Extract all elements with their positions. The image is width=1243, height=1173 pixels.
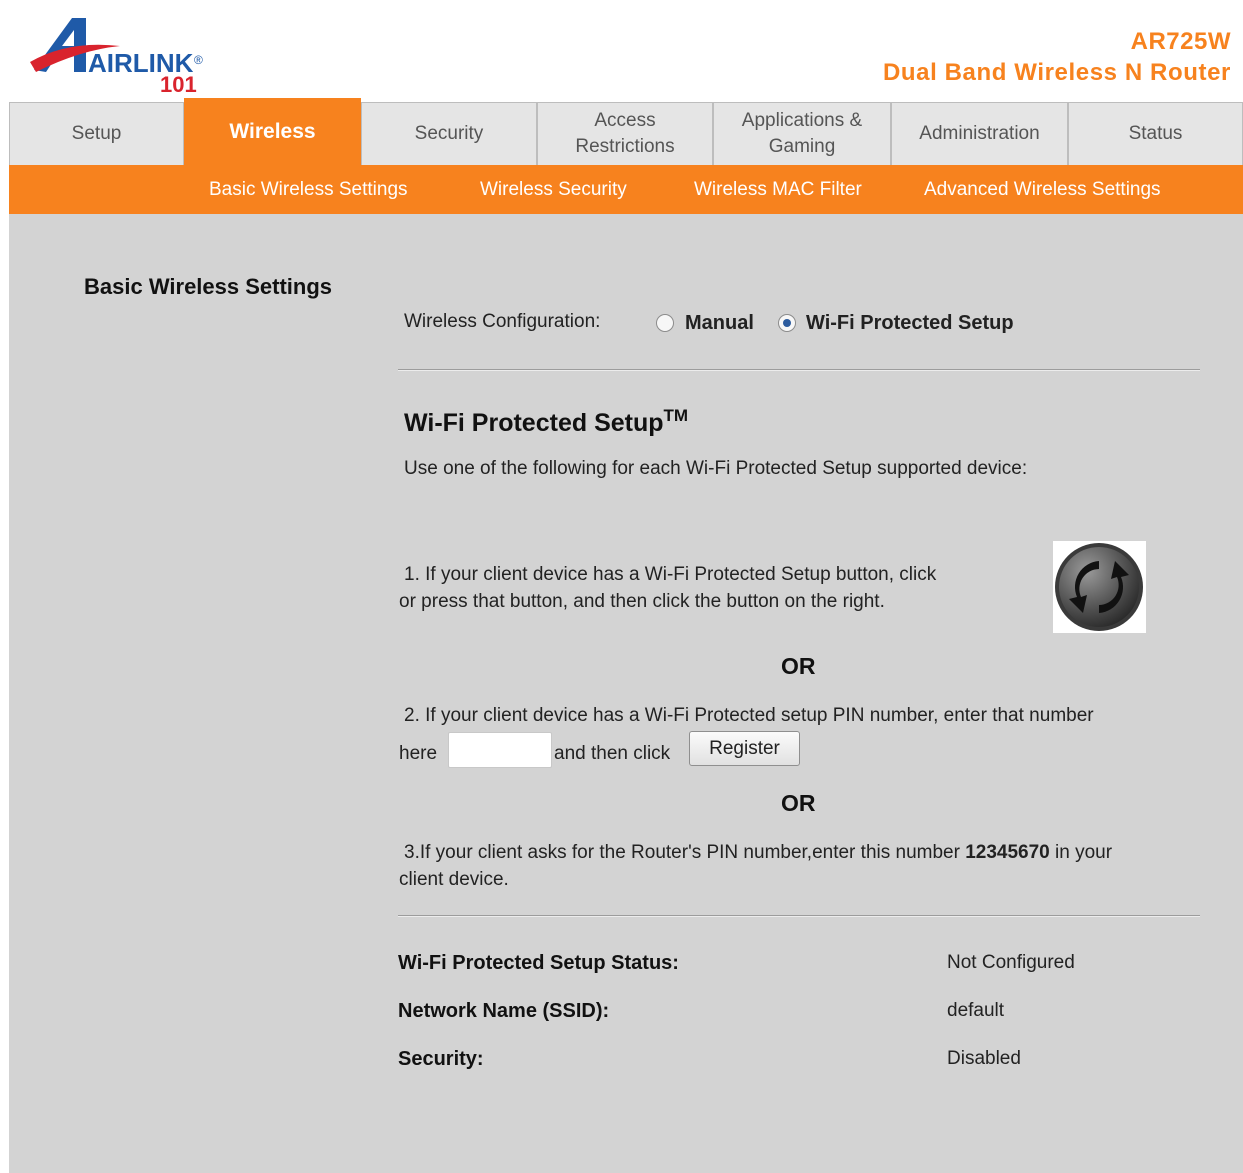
step3-text: 3.If your client asks for the Router's P… xyxy=(404,842,960,863)
client-pin-input[interactable] xyxy=(448,732,552,768)
radio-wps-label[interactable]: Wi-Fi Protected Setup xyxy=(806,312,1014,335)
or-separator-2: OR xyxy=(781,790,816,816)
router-pin: 12345670 xyxy=(965,842,1050,863)
tab-label: Security xyxy=(414,123,484,144)
step1-line2: or press that button, and then click the… xyxy=(399,591,885,612)
wps-intro: Use one of the following for each Wi-Fi … xyxy=(404,458,1028,479)
trademark: TM xyxy=(663,406,689,425)
or-separator-1: OR xyxy=(781,653,816,679)
subnav-wireless-mac-filter[interactable]: Wireless MAC Filter xyxy=(694,165,862,214)
step3-line1: 3.If your client asks for the Router's P… xyxy=(404,839,1112,866)
step2-line1: 2. If your client device has a Wi-Fi Pro… xyxy=(404,705,1094,726)
wps-heading: Wi-Fi Protected SetupTM xyxy=(404,406,688,438)
wireless-configuration-label: Wireless Configuration: xyxy=(404,311,601,332)
sub-navigation: Basic Wireless Settings Wireless Securit… xyxy=(9,165,1243,214)
wps-status-label: Wi-Fi Protected Setup Status: xyxy=(398,952,679,974)
radio-manual[interactable] xyxy=(656,314,674,332)
tab-label: Setup xyxy=(71,123,122,144)
wps-push-button-icon xyxy=(1055,543,1143,631)
logo-sub: 101 xyxy=(160,72,197,94)
content-panel xyxy=(9,214,1243,1173)
subnav-wireless-security[interactable]: Wireless Security xyxy=(480,165,627,214)
tab-label: Administration xyxy=(919,123,1040,144)
radio-manual-label[interactable]: Manual xyxy=(685,312,754,335)
airlink-logo: AIRLINK 101 ® xyxy=(28,10,218,94)
ssid-label: Network Name (SSID): xyxy=(398,1000,610,1022)
step3-line2: client device. xyxy=(399,869,509,890)
wps-heading-text: Wi-Fi Protected Setup xyxy=(404,409,664,437)
step3-text-end: in your xyxy=(1055,842,1113,863)
logo-registered: ® xyxy=(194,53,203,67)
tab-label: Access Restrictions xyxy=(575,110,675,157)
subnav-basic-wireless-settings[interactable]: Basic Wireless Settings xyxy=(209,165,408,214)
product-description: Dual Band Wireless N Router xyxy=(882,59,1231,86)
security-label: Security: xyxy=(398,1048,484,1070)
divider xyxy=(398,369,1200,371)
tab-label: Applications & Gaming xyxy=(741,110,863,157)
product-title: AR725W Dual Band Wireless N Router xyxy=(883,28,1231,88)
step2-here: here xyxy=(399,743,438,764)
tab-applications-gaming[interactable]: Applications & Gaming xyxy=(713,102,891,165)
step1-line1: 1. If your client device has a Wi-Fi Pro… xyxy=(404,564,937,585)
divider xyxy=(398,915,1200,917)
tab-wireless[interactable]: Wireless xyxy=(184,98,361,165)
radio-wifi-protected-setup[interactable] xyxy=(778,314,796,332)
section-title: Basic Wireless Settings xyxy=(84,274,333,299)
tab-access-restrictions[interactable]: Access Restrictions xyxy=(537,102,713,165)
wps-status-value: Not Configured xyxy=(947,952,1075,973)
security-value: Disabled xyxy=(947,1048,1021,1069)
tab-label: Wireless xyxy=(229,120,316,143)
tab-status[interactable]: Status xyxy=(1068,102,1243,165)
register-button[interactable]: Register xyxy=(689,731,800,766)
step2-then-click: and then click xyxy=(554,743,671,764)
subnav-advanced-wireless-settings[interactable]: Advanced Wireless Settings xyxy=(924,165,1161,214)
tab-security[interactable]: Security xyxy=(361,102,537,165)
main-tabs: Setup Wireless Security Access Restricti… xyxy=(9,98,1243,165)
ssid-value: default xyxy=(947,1000,1005,1021)
tab-label: Status xyxy=(1128,123,1183,144)
wps-push-button[interactable] xyxy=(1053,541,1146,633)
tab-administration[interactable]: Administration xyxy=(891,102,1068,165)
model-name: AR725W xyxy=(1130,28,1231,55)
tab-setup[interactable]: Setup xyxy=(9,102,184,165)
